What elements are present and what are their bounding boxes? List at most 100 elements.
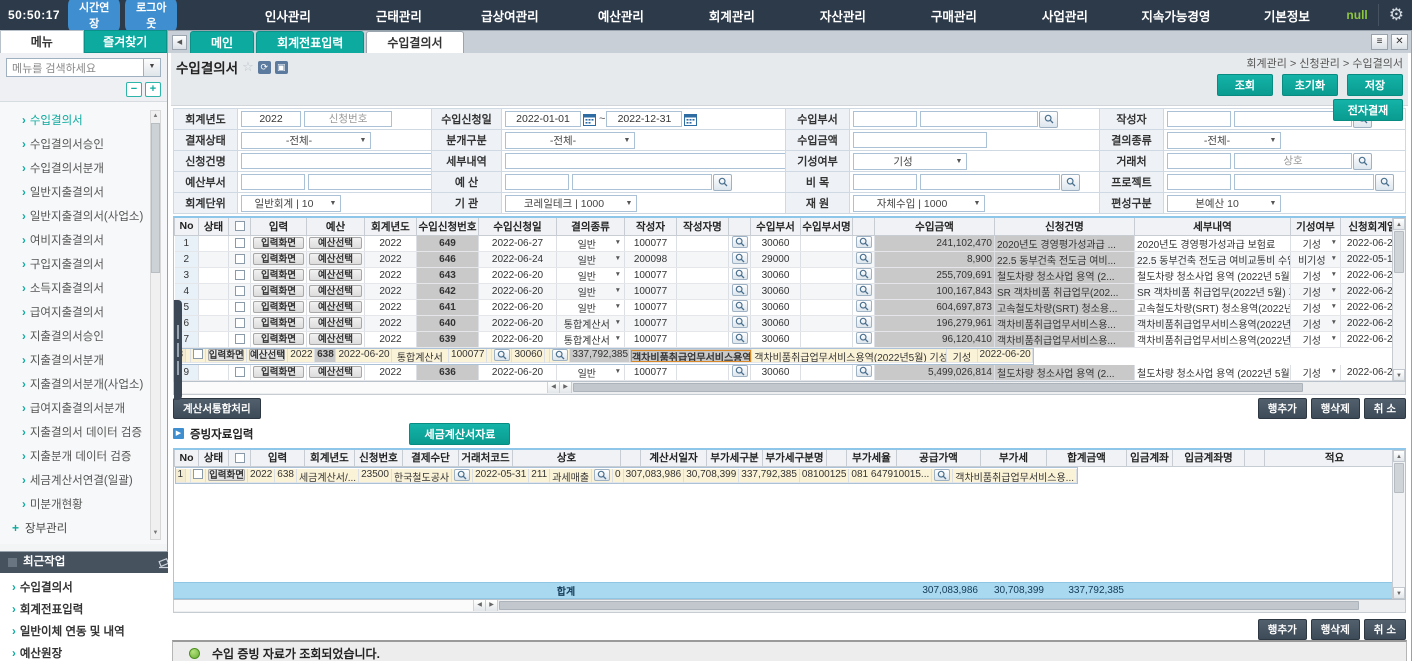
popup-icon[interactable]: ▣ (275, 61, 288, 74)
topbar-menu-9[interactable]: 기본정보 (1231, 0, 1342, 31)
sidebar-item-12[interactable]: ›급여지출결의서분개 (0, 396, 167, 420)
tab-scroll-left-icon[interactable]: ◀ (172, 35, 187, 50)
input-screen-button[interactable]: 입력화면 (253, 237, 304, 249)
sidebar-group-1[interactable]: +결산관리 (0, 540, 167, 544)
topbar-menu-6[interactable]: 구매관리 (898, 0, 1009, 31)
income-request-date-from-input[interactable]: 2022-01-01 (505, 111, 581, 127)
favorite-star-icon[interactable]: ☆ (242, 59, 254, 75)
search-lookup-icon[interactable] (856, 332, 872, 344)
expense-item-code-input[interactable] (853, 174, 917, 190)
table-row[interactable]: 1입력화면2022638세금계산서/...23500한국철도공사2022-05-… (175, 467, 1079, 484)
budget-select-button[interactable]: 예산선택 (309, 269, 362, 281)
sidebar-splitter-handle[interactable] (174, 300, 182, 400)
budget-select-button[interactable]: 예산선택 (309, 285, 362, 297)
extend-session-button[interactable]: 시간연장 (68, 0, 120, 34)
row-checkbox[interactable] (235, 270, 245, 280)
search-lookup-icon[interactable] (732, 252, 748, 264)
search-lookup-icon[interactable] (732, 236, 748, 248)
table-row[interactable]: 5입력화면예산선택20226412022-06-20일반▼10007730060… (175, 299, 1405, 315)
completion-status-select[interactable]: 기성▼ (853, 153, 967, 170)
save-button[interactable]: 저장 (1347, 74, 1403, 96)
topbar-menu-2[interactable]: 급상여관리 (454, 0, 565, 31)
project-search-icon[interactable] (1375, 174, 1394, 191)
calendar-icon[interactable] (684, 113, 697, 126)
budget-select-button[interactable]: 예산선택 (309, 301, 362, 313)
row-checkbox[interactable] (235, 254, 245, 264)
select-all-checkbox[interactable] (235, 221, 245, 231)
sidebar-item-4[interactable]: ›일반지출결의서(사업소) (0, 204, 167, 228)
income-dept-code-input[interactable] (853, 111, 917, 127)
input-screen-button[interactable]: 입력화면 (253, 269, 304, 281)
sidebar-item-14[interactable]: ›지출분개 데이터 검증 (0, 444, 167, 468)
scroll-up-icon[interactable]: ▲ (1393, 450, 1405, 462)
budget-name-input[interactable] (572, 174, 712, 190)
search-lookup-icon[interactable] (856, 252, 872, 264)
topbar-menu-0[interactable]: 인사관리 (232, 0, 343, 31)
organization-select[interactable]: 코레일테크 | 1000▼ (505, 195, 637, 212)
grid2-horizontal-scrollbar[interactable]: ◀ ▶ (173, 600, 1406, 613)
grid1-vertical-scrollbar[interactable]: ▲ ▼ (1392, 218, 1405, 381)
sidebar-item-11[interactable]: ›지출결의서분개(사업소) (0, 372, 167, 396)
request-no-input[interactable]: 신청번호 (304, 111, 392, 127)
budget-class-select[interactable]: 본예산 10▼ (1167, 195, 1281, 212)
cancel-button[interactable]: 취 소 (1364, 398, 1406, 419)
search-lookup-icon[interactable] (454, 469, 470, 481)
sidebar-item-3[interactable]: ›일반지출결의서 (0, 180, 167, 204)
scroll-right-icon[interactable]: ▶ (560, 382, 572, 393)
input-screen-button[interactable]: 입력화면 (253, 333, 304, 345)
table-row[interactable]: 9입력화면예산선택20226362022-06-20일반▼10007730060… (175, 365, 1405, 381)
project-code-input[interactable] (1167, 174, 1231, 190)
row-add-button[interactable]: 행추가 (1258, 619, 1307, 640)
customer-code-input[interactable] (1167, 153, 1231, 169)
gear-icon[interactable]: ⚙ (1389, 5, 1404, 25)
scroll-up-icon[interactable]: ▲ (151, 111, 160, 122)
tree-collapse-button[interactable]: − (126, 82, 142, 97)
sidebar-tab-menu[interactable]: 메뉴 (0, 30, 84, 53)
table-row[interactable]: 7입력화면예산선택20226392022-06-20통합계산서▼10007730… (175, 331, 1405, 347)
topbar-menu-5[interactable]: 자산관리 (787, 0, 898, 31)
window-menu-icon[interactable]: ≡ (1371, 34, 1388, 50)
search-lookup-icon[interactable] (594, 469, 610, 481)
calendar-icon[interactable] (583, 113, 596, 126)
search-lookup-icon[interactable] (856, 365, 872, 377)
row-checkbox[interactable] (193, 469, 203, 479)
cancel-button[interactable]: 취 소 (1364, 619, 1406, 640)
budget-select-button[interactable]: 예산선택 (249, 349, 285, 361)
input-screen-button[interactable]: 입력화면 (253, 285, 304, 297)
recent-item-2[interactable]: ›일반이체 연동 및 내역 (0, 620, 180, 642)
search-lookup-icon[interactable] (732, 300, 748, 312)
budget-dept-name-input[interactable] (308, 174, 431, 190)
search-lookup-icon[interactable] (494, 349, 510, 361)
search-button[interactable]: 조회 (1217, 74, 1273, 96)
select-all-checkbox[interactable] (235, 453, 245, 463)
budget-select-button[interactable]: 예산선택 (309, 253, 362, 265)
sidebar-item-8[interactable]: ›급여지출결의서 (0, 300, 167, 324)
income-dept-name-input[interactable] (920, 111, 1038, 127)
row-checkbox[interactable] (235, 318, 245, 328)
sidebar-tab-favorites[interactable]: 즐겨찾기 (84, 30, 168, 53)
project-name-input[interactable] (1234, 174, 1374, 190)
budget-select-button[interactable]: 예산선택 (309, 317, 362, 329)
search-lookup-icon[interactable] (732, 365, 748, 377)
topbar-menu-7[interactable]: 사업관리 (1009, 0, 1120, 31)
income-amount-input[interactable] (853, 132, 987, 148)
budget-dept-code-input[interactable] (241, 174, 305, 190)
search-lookup-icon[interactable] (732, 332, 748, 344)
row-checkbox[interactable] (235, 367, 245, 377)
search-lookup-icon[interactable] (856, 268, 872, 280)
refresh-icon[interactable]: ⟳ (258, 61, 271, 74)
income-request-date-to-input[interactable]: 2022-12-31 (606, 111, 682, 127)
income-dept-search-icon[interactable] (1039, 111, 1058, 128)
table-row[interactable]: 1입력화면예산선택20226492022-06-27일반▼10007730060… (175, 235, 1405, 251)
accounting-unit-select[interactable]: 일반회계 | 10▼ (241, 195, 341, 212)
input-screen-button[interactable]: 입력화면 (253, 366, 304, 378)
row-checkbox[interactable] (235, 286, 245, 296)
search-lookup-icon[interactable] (732, 316, 748, 328)
search-lookup-icon[interactable] (856, 316, 872, 328)
scroll-right-icon[interactable]: ▶ (486, 600, 498, 611)
grid1-horizontal-scrollbar[interactable]: ◀ ▶ (173, 382, 1406, 395)
budget-select-button[interactable]: 예산선택 (309, 366, 362, 378)
input-screen-button[interactable]: 입력화면 (253, 253, 304, 265)
row-delete-button[interactable]: 행삭제 (1311, 398, 1360, 419)
decision-type-select[interactable]: -전체-▼ (1167, 132, 1281, 149)
